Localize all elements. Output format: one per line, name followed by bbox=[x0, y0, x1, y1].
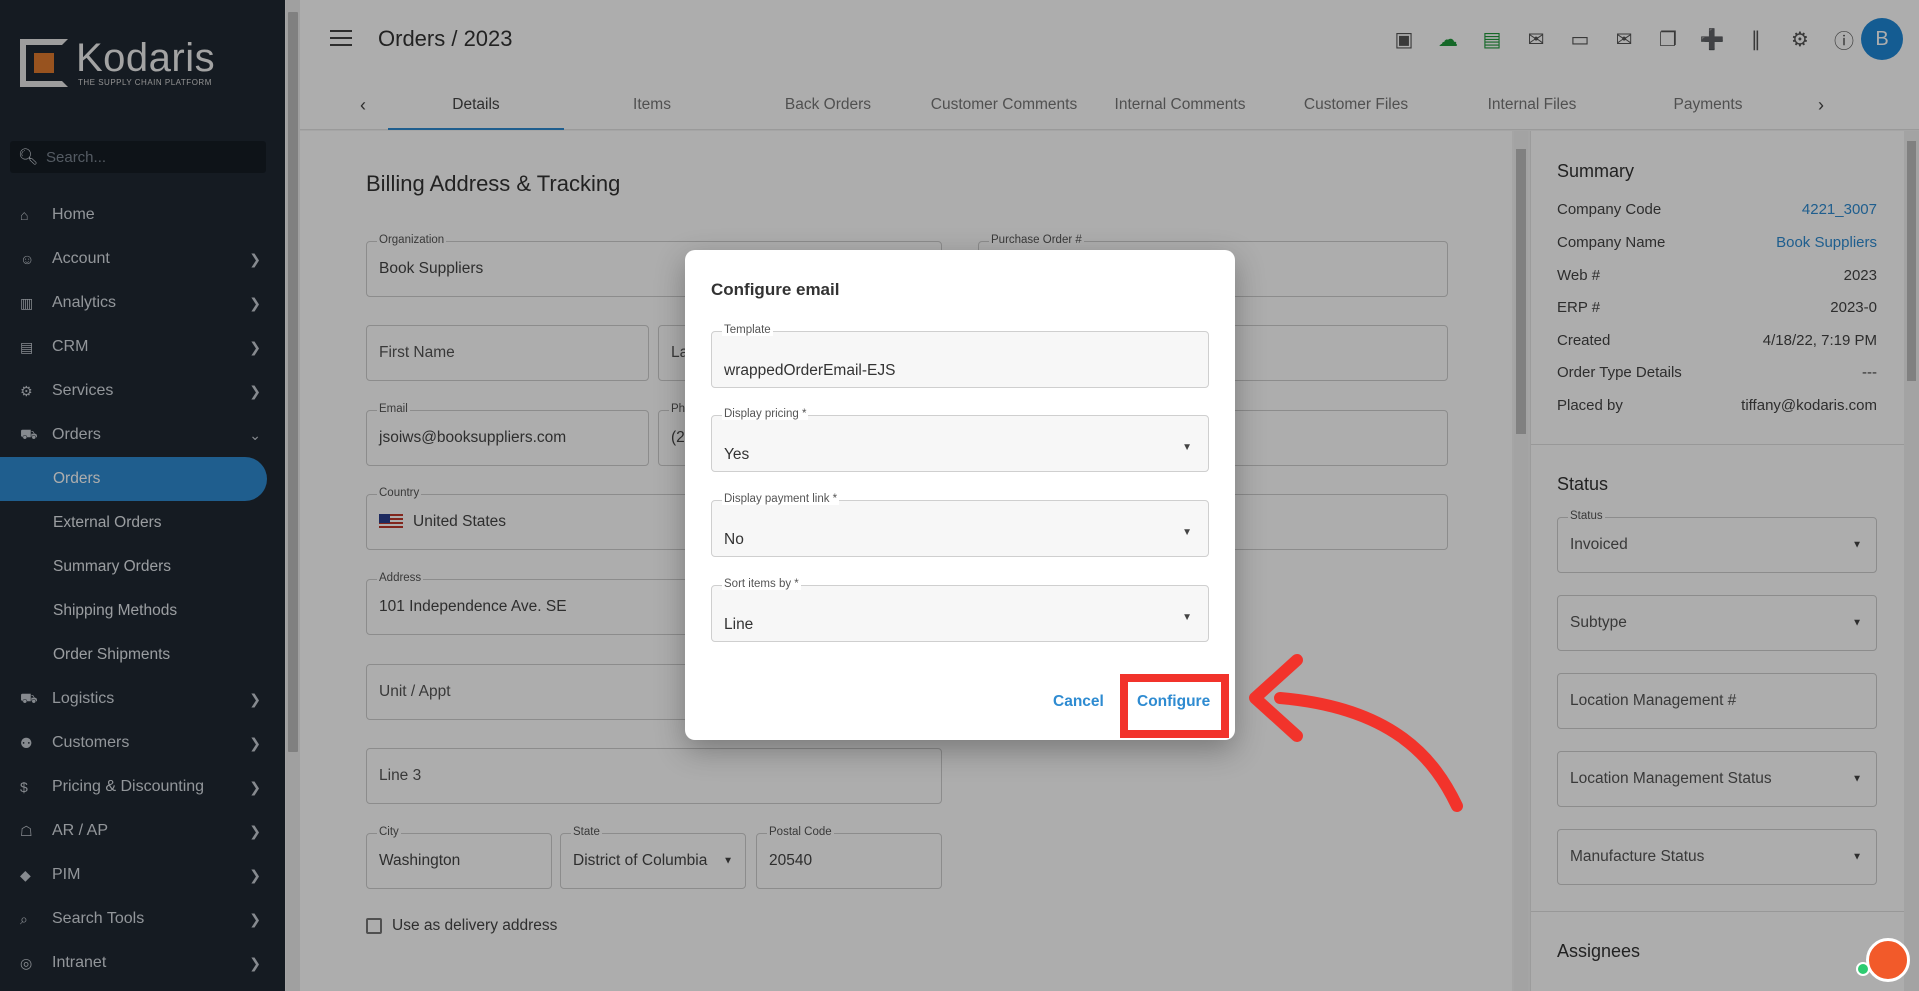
dropdown-arrow-icon: ▼ bbox=[1182, 527, 1192, 538]
display-pricing-select[interactable]: Display pricing * Yes ▼ bbox=[711, 408, 1209, 472]
annotation-highlight-box bbox=[1120, 674, 1229, 738]
display-payment-link-select[interactable]: Display payment link * No ▼ bbox=[711, 493, 1209, 557]
dropdown-arrow-icon: ▼ bbox=[1182, 612, 1192, 623]
dialog-title: Configure email bbox=[711, 280, 840, 299]
chat-widget-icon[interactable] bbox=[1866, 938, 1910, 982]
online-status-dot bbox=[1856, 962, 1870, 976]
sort-items-select[interactable]: Sort items by * Line ▼ bbox=[711, 578, 1209, 642]
annotation-arrow-icon bbox=[1249, 654, 1463, 812]
template-field[interactable]: Template wrappedOrderEmail-EJS bbox=[711, 324, 1209, 388]
configure-email-dialog: Configure email Template wrappedOrderEma… bbox=[685, 250, 1235, 740]
dropdown-arrow-icon: ▼ bbox=[1182, 442, 1192, 453]
cancel-button[interactable]: Cancel bbox=[1053, 693, 1104, 711]
